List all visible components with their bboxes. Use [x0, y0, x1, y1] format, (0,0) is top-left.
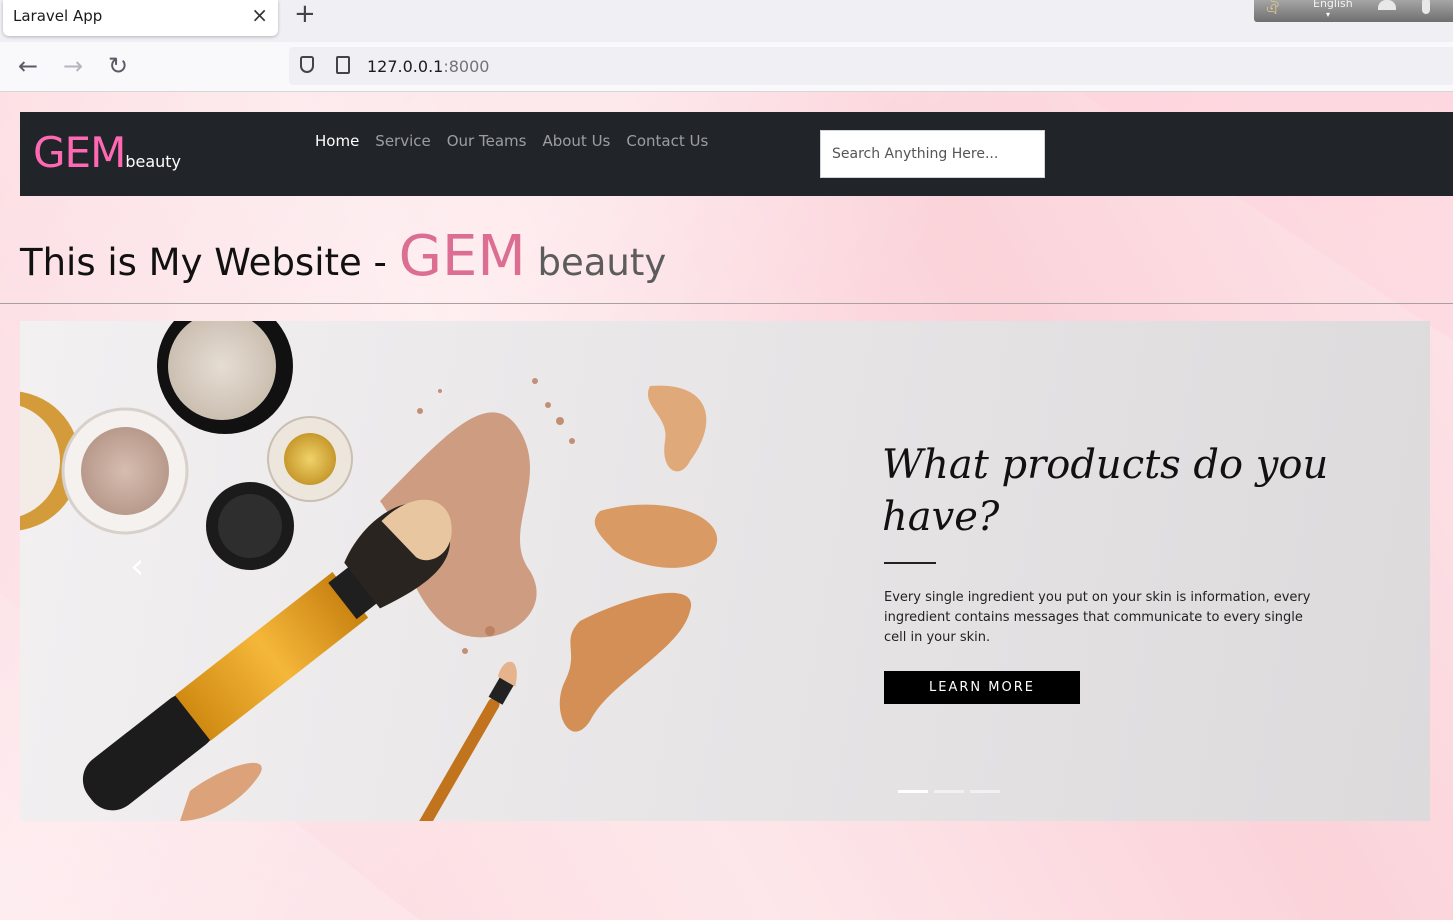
- new-tab-icon[interactable]: +: [294, 0, 316, 28]
- nav-link-service[interactable]: Service: [375, 132, 430, 150]
- close-icon[interactable]: ×: [251, 3, 268, 27]
- language-label: English: [1313, 0, 1353, 10]
- browser-tabstrip: Laravel App × + ঐ English ▾: [0, 0, 1453, 42]
- brand-gem: GEM: [33, 128, 126, 177]
- language-widget[interactable]: ঐ English ▾: [1254, 0, 1453, 22]
- carousel-indicator-1[interactable]: [898, 790, 928, 793]
- chevron-down-icon: ▾: [1326, 10, 1331, 19]
- chevron-left-icon[interactable]: ‹: [130, 549, 144, 585]
- nav-link-contact-us[interactable]: Contact Us: [626, 132, 708, 150]
- page-headline: This is My Website - GEM beauty: [20, 224, 666, 289]
- carousel-indicator-2[interactable]: [934, 790, 964, 793]
- brand-logo[interactable]: GEMbeauty: [33, 128, 181, 177]
- search-input[interactable]: [820, 130, 1045, 178]
- nav-link-about-us[interactable]: About Us: [542, 132, 610, 150]
- address-bar[interactable]: 127.0.0.1:8000: [289, 47, 1453, 85]
- shield-icon[interactable]: [300, 56, 314, 73]
- divider: [0, 303, 1453, 304]
- keyboard-icon: ঐ: [1266, 0, 1279, 18]
- slide-text: Every single ingredient you put on your …: [884, 590, 1311, 645]
- brand-beauty: beauty: [125, 152, 182, 171]
- forward-icon[interactable]: →: [63, 52, 83, 80]
- main-menu: Home Service Our Teams About Us Contact …: [315, 132, 708, 150]
- headline-main: This is My Website -: [20, 241, 399, 284]
- headline-gem: GEM: [398, 224, 526, 289]
- nav-link-home[interactable]: Home: [315, 132, 359, 150]
- reload-icon[interactable]: ↻: [108, 52, 128, 80]
- back-icon[interactable]: ←: [18, 52, 38, 80]
- learn-more-button[interactable]: LEARN MORE: [884, 671, 1080, 704]
- site-navbar: GEMbeauty Home Service Our Teams About U…: [20, 112, 1453, 196]
- url-port: :8000: [443, 57, 490, 76]
- settings-icon[interactable]: [1422, 0, 1430, 14]
- tab-title: Laravel App: [13, 7, 103, 25]
- url-text[interactable]: 127.0.0.1:8000: [367, 57, 489, 76]
- slide-divider: [884, 562, 936, 564]
- headline-beauty: beauty: [525, 241, 667, 284]
- carousel-indicator-3[interactable]: [970, 790, 1000, 793]
- browser-tab[interactable]: Laravel App ×: [3, 0, 278, 36]
- browser-toolbar: ← → ↻ 127.0.0.1:8000: [0, 42, 1453, 92]
- page-content: GEMbeauty Home Service Our Teams About U…: [0, 92, 1453, 920]
- carousel-indicators: [898, 790, 1000, 793]
- hero-carousel: ‹ What products do you have? Every singl…: [20, 321, 1430, 821]
- nav-link-our-teams[interactable]: Our Teams: [447, 132, 527, 150]
- slide-title: What products do you have?: [882, 442, 1329, 540]
- cloud-icon[interactable]: [1378, 0, 1396, 10]
- page-icon[interactable]: [336, 56, 350, 74]
- url-host: 127.0.0.1: [367, 57, 444, 76]
